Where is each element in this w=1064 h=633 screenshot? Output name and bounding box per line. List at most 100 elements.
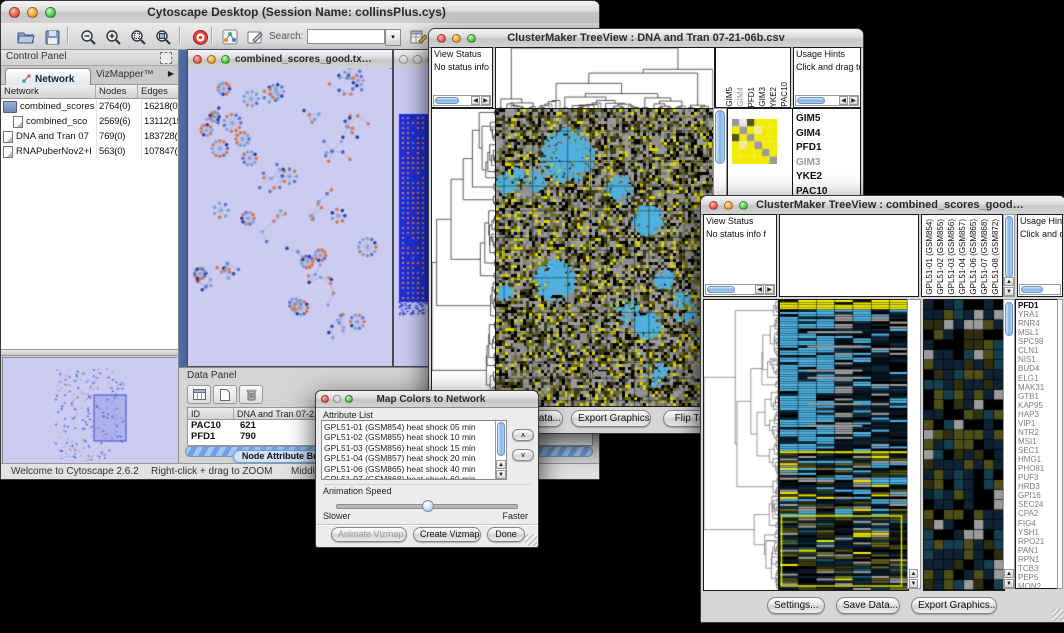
tv2-labels-scrollbar[interactable]: ▲▼	[1003, 214, 1015, 297]
gene-label[interactable]: FIG4	[1018, 519, 1044, 528]
gene-label[interactable]: NIS1	[1018, 355, 1044, 364]
network-table-row[interactable]: combined_scores 2764(0) 16218(0)	[1, 99, 178, 114]
treeview-action-button[interactable]: Export Graphics...	[571, 410, 651, 427]
gene-label[interactable]: PHO81	[1018, 464, 1044, 473]
close-button[interactable]	[9, 7, 20, 18]
gene-label[interactable]: GPI16	[1018, 491, 1044, 500]
gene-label[interactable]: NTR2	[1018, 428, 1044, 437]
network-graph-canvas[interactable]	[188, 68, 390, 365]
move-up-button[interactable]: ∧	[512, 429, 534, 441]
tv2-genelist-scrollbar[interactable]: ▲▼	[1003, 299, 1015, 589]
gene-label[interactable]: MON2	[1018, 582, 1044, 589]
gene-label[interactable]: PFD1	[1018, 301, 1044, 310]
minimize-button[interactable]	[724, 201, 733, 210]
zoom-button[interactable]	[221, 55, 230, 64]
usage-hints-scrollbar[interactable]: ◀▶	[795, 95, 859, 106]
gene-label[interactable]: HMG1	[1018, 455, 1044, 464]
gene-label[interactable]: PAN1	[1018, 546, 1044, 555]
treeview1-titlebar[interactable]: ClusterMaker TreeView : DNA and Tran 07-…	[429, 29, 863, 48]
close-button[interactable]	[193, 55, 202, 64]
gene-label[interactable]: YKE2	[796, 170, 828, 185]
new-attribute-button[interactable]	[213, 385, 237, 404]
network-view-titlebar[interactable]: combined_scores_good.txt--cluste...	[188, 50, 392, 69]
gene-label[interactable]: RNR4	[1018, 319, 1044, 328]
view-status-scrollbar[interactable]: ◀▶	[433, 95, 491, 106]
select-attributes-button[interactable]	[187, 385, 211, 404]
gene-label[interactable]: PEP5	[1018, 573, 1044, 582]
attribute-item[interactable]: GPL51-06 (GSM865) heat shock 40 min	[324, 464, 494, 474]
tv1-selection-heatmap[interactable]	[732, 119, 777, 164]
gene-label[interactable]: SEC1	[1018, 446, 1044, 455]
minimize-button[interactable]	[452, 34, 461, 43]
help-button[interactable]	[187, 26, 213, 48]
attribute-item[interactable]: GPL51-07 (GSM868) heat shock 60 min	[324, 474, 494, 480]
close-button[interactable]	[437, 34, 446, 43]
gene-label[interactable]: YSH1	[1018, 528, 1044, 537]
network-overview-button[interactable]	[217, 26, 243, 48]
zoom-selected-button[interactable]	[125, 26, 151, 48]
gene-label[interactable]: CLN1	[1018, 346, 1044, 355]
minimize-button[interactable]	[413, 55, 422, 64]
tab-network[interactable]: Network	[5, 68, 91, 85]
search-dropdown-button[interactable]: ▾	[385, 29, 401, 46]
network-overview-canvas[interactable]	[3, 358, 177, 466]
delete-attribute-button[interactable]	[239, 385, 263, 404]
main-titlebar[interactable]: Cytoscape Desktop (Session Name: collins…	[1, 1, 599, 24]
dialog-button[interactable]: Animate Vizmap	[331, 527, 407, 542]
gene-label[interactable]: PFD1	[796, 141, 828, 156]
zoom-out-button[interactable]	[75, 26, 101, 48]
tv1-heatmap-canvas[interactable]	[495, 108, 715, 407]
tv2-zoom-heatmap[interactable]	[923, 299, 1005, 591]
gene-label[interactable]: SEC24	[1018, 500, 1044, 509]
resize-grip[interactable]	[525, 534, 537, 546]
gene-label[interactable]: VIP1	[1018, 419, 1044, 428]
gene-label[interactable]: GIM3	[796, 156, 828, 171]
float-panel-icon[interactable]	[160, 52, 172, 64]
gene-label[interactable]: SPC98	[1018, 337, 1044, 346]
view-status-scrollbar[interactable]: ◀▶	[705, 284, 775, 295]
open-file-button[interactable]	[13, 26, 39, 48]
dialog-titlebar[interactable]: Map Colors to Network	[316, 391, 538, 408]
treeview-action-button[interactable]: Export Graphics...	[911, 597, 997, 614]
zoom-button[interactable]	[467, 34, 476, 43]
panel-splitter[interactable]	[1, 350, 178, 356]
zoom-fit-button[interactable]	[150, 26, 176, 48]
attribute-item[interactable]: GPL51-01 (GSM854) heat shock 05 min	[324, 422, 494, 432]
gene-label[interactable]: GIM4	[796, 127, 828, 142]
tv2-row-dendrogram[interactable]	[703, 299, 779, 591]
gene-label[interactable]: PUF3	[1018, 473, 1044, 482]
minimize-button[interactable]	[207, 55, 216, 64]
gene-label[interactable]: YRA1	[1018, 310, 1044, 319]
gene-label[interactable]: HAP3	[1018, 410, 1044, 419]
zoom-button[interactable]	[45, 7, 56, 18]
gene-label[interactable]: CPA2	[1018, 509, 1044, 518]
tab-vizmapper[interactable]: VizMapper™	[96, 69, 154, 80]
gene-label[interactable]: RPO21	[1018, 537, 1044, 546]
gene-label[interactable]: ELG1	[1018, 374, 1044, 383]
network-table-row[interactable]: RNAPuberNov2+I 563(0) 107847(0)	[1, 144, 178, 159]
attribute-item[interactable]: GPL51-04 (GSM857) heat shock 20 min	[324, 453, 494, 463]
tab-overflow-arrow[interactable]: ▶	[168, 69, 174, 78]
zoom-in-button[interactable]	[100, 26, 126, 48]
gene-label[interactable]: MSL1	[1018, 328, 1044, 337]
gene-label[interactable]: KAP95	[1018, 401, 1044, 410]
move-down-button[interactable]: ∨	[512, 449, 534, 461]
close-button[interactable]	[399, 55, 408, 64]
search-input[interactable]	[307, 29, 385, 44]
close-button[interactable]	[709, 201, 718, 210]
minimize-button[interactable]	[27, 7, 38, 18]
slider-thumb[interactable]	[422, 500, 434, 512]
gene-label[interactable]: MAK31	[1018, 383, 1044, 392]
gene-label[interactable]: BUD4	[1018, 364, 1044, 373]
tv2-heatmap-vscrollbar[interactable]: ▲▼	[907, 299, 921, 589]
gene-label[interactable]: GTB1	[1018, 392, 1044, 401]
gene-label[interactable]: GIM5	[796, 112, 828, 127]
attribute-item[interactable]: GPL51-03 (GSM856) heat shock 15 min	[324, 443, 494, 453]
tv2-heatmap-canvas[interactable]	[779, 299, 909, 591]
gene-label[interactable]: RPN1	[1018, 555, 1044, 564]
annotation-button[interactable]	[242, 26, 268, 48]
usage-hints-scrollbar[interactable]	[1019, 284, 1061, 295]
tv2-column-tree-panel[interactable]	[779, 214, 919, 297]
attribute-item[interactable]: GPL51-02 (GSM855) heat shock 10 min	[324, 432, 494, 442]
network-table-row[interactable]: combined_sco 2569(6) 13112(15)	[1, 114, 178, 129]
